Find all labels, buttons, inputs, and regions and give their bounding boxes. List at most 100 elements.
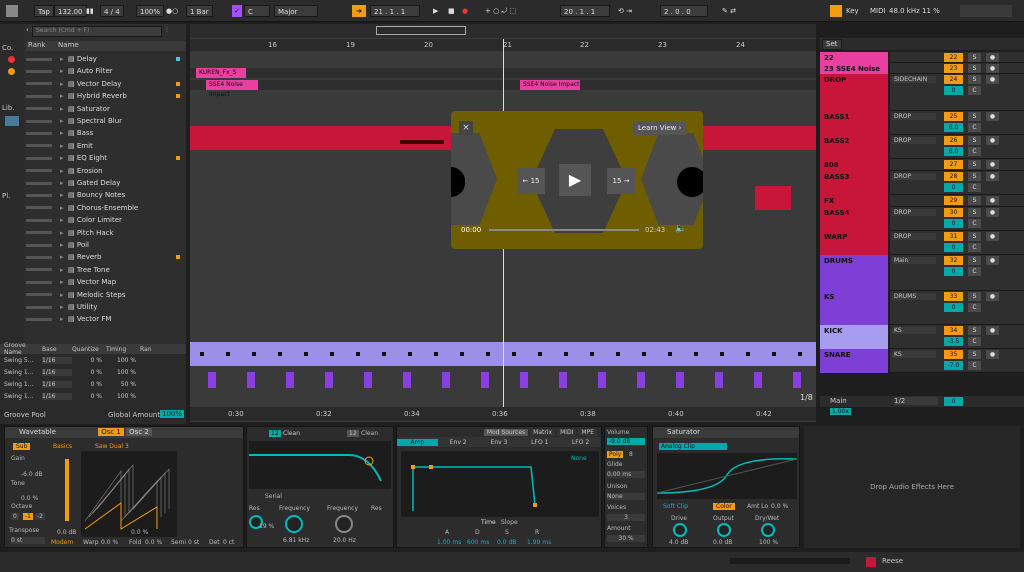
- route-select[interactable]: DROP: [892, 173, 936, 180]
- signature-field[interactable]: 4 / 4: [100, 5, 124, 17]
- route-select[interactable]: KS: [892, 327, 936, 334]
- drive-value[interactable]: 4.0 dB: [669, 539, 688, 546]
- track-header[interactable]: 22 KUREN_Fx_S: [820, 52, 888, 70]
- track-volume[interactable]: 26: [944, 136, 963, 145]
- track-pan[interactable]: 0: [944, 267, 963, 276]
- record-icon[interactable]: ●: [462, 5, 468, 17]
- learn-view-button[interactable]: Learn View ›: [633, 121, 687, 135]
- volume-value[interactable]: -9.0 dB: [607, 438, 645, 445]
- browser-item[interactable]: ▸ ▤ Chorus-Ensemble: [26, 202, 184, 214]
- scale-select[interactable]: Major: [274, 5, 318, 17]
- track-header[interactable]: BASS4: [820, 207, 888, 231]
- mod-tab[interactable]: Mod Sources: [483, 428, 529, 436]
- env-none-select[interactable]: None: [571, 455, 587, 462]
- adsr-value[interactable]: 1.00 ms: [437, 539, 461, 546]
- browser-item[interactable]: ▸ ▤ Bass: [26, 127, 184, 139]
- envelope-display[interactable]: None: [401, 451, 599, 517]
- expand-icon[interactable]: ▸: [60, 239, 68, 251]
- footer-clip-overview[interactable]: [730, 558, 850, 564]
- transpose-value[interactable]: 0 st: [11, 537, 45, 544]
- expand-icon[interactable]: ▸: [60, 214, 68, 226]
- track-header[interactable]: KS: [820, 291, 888, 325]
- groove-row[interactable]: Swing 1... 1/16 0 % 50 %: [0, 378, 186, 390]
- filter-icon[interactable]: ⫶: [166, 26, 168, 35]
- track[interactable]: WARP DROP 31 S ● 0 C: [820, 231, 1024, 255]
- track-pan[interactable]: -3.5: [944, 337, 963, 346]
- expand-icon[interactable]: ▸: [60, 115, 68, 127]
- main-volume[interactable]: 0: [944, 397, 963, 406]
- route-select[interactable]: KS: [892, 351, 936, 358]
- cue-button[interactable]: C: [968, 361, 981, 370]
- mod-tab[interactable]: MPE: [578, 428, 597, 436]
- browser-item[interactable]: ▸ ▤ Spectral Blur: [26, 115, 184, 127]
- solo-button[interactable]: S: [968, 196, 981, 205]
- follow-icon[interactable]: ➜: [352, 5, 366, 17]
- route-select[interactable]: DROP: [892, 137, 936, 144]
- poly-voices[interactable]: 8: [629, 451, 633, 458]
- track-volume[interactable]: 31: [944, 232, 963, 241]
- solo-button[interactable]: S: [968, 75, 981, 84]
- track-volume[interactable]: 28: [944, 172, 963, 181]
- main-route[interactable]: 1/2: [894, 397, 938, 405]
- close-icon[interactable]: ×: [459, 121, 473, 135]
- play-icon[interactable]: ▶: [433, 5, 438, 17]
- envelope-tab[interactable]: Env 3: [479, 439, 520, 446]
- res-value[interactable]: 19 %: [259, 523, 274, 530]
- expand-icon[interactable]: ▸: [60, 202, 68, 214]
- browser-item[interactable]: ▸ ▤ Vector Delay: [26, 78, 184, 90]
- solo-button[interactable]: S: [968, 350, 981, 359]
- arm-icon[interactable]: ●: [986, 53, 999, 62]
- track-volume[interactable]: 24: [944, 75, 963, 84]
- groove-timing[interactable]: 50 %: [106, 381, 140, 388]
- solo-button[interactable]: S: [968, 112, 981, 121]
- automation-icons[interactable]: + ○ ⤾ ⬚: [485, 5, 516, 17]
- det-value[interactable]: 0 ct: [223, 539, 234, 546]
- groove-timing[interactable]: 100 %: [106, 357, 140, 364]
- amt-lo-value[interactable]: 0.0 %: [771, 503, 788, 510]
- track-header[interactable]: 808: [820, 159, 888, 171]
- expand-icon[interactable]: ▸: [60, 276, 68, 288]
- arm-icon[interactable]: ●: [986, 326, 999, 335]
- drywet-knob[interactable]: [761, 523, 775, 537]
- arm-icon[interactable]: ●: [986, 292, 999, 301]
- track-header[interactable]: DROP: [820, 74, 888, 111]
- position-field[interactable]: 21 . 1 . 1: [370, 5, 420, 17]
- solo-button[interactable]: S: [968, 64, 981, 73]
- solo-button[interactable]: S: [968, 53, 981, 62]
- solo-button[interactable]: S: [968, 160, 981, 169]
- track-pan[interactable]: 0: [944, 219, 963, 228]
- tempo-scale[interactable]: 1.00x: [830, 408, 851, 415]
- osc-gain-value[interactable]: 0.0 dB: [57, 529, 76, 536]
- browser-item[interactable]: ▸ ▤ Delay: [26, 53, 184, 65]
- video-player[interactable]: × Learn View › ← 15 ▶ 15 → 00:00 02:43 🔈: [451, 111, 703, 249]
- route-select[interactable]: DROP: [892, 233, 936, 240]
- track[interactable]: BASS1 DROP 25 S ● 6.0 C: [820, 111, 1024, 135]
- zoom-field[interactable]: 100%: [136, 5, 165, 17]
- track[interactable]: BASS2 DROP 26 S ● 6.0 C: [820, 135, 1024, 159]
- expand-icon[interactable]: ▸: [60, 65, 68, 77]
- overview-strip[interactable]: [190, 24, 816, 38]
- track-pan[interactable]: 6.0: [944, 123, 963, 132]
- slope-label[interactable]: Slope: [501, 519, 518, 526]
- scale-icon[interactable]: ✓: [232, 5, 242, 17]
- expand-icon[interactable]: ▸: [60, 140, 68, 152]
- browser-item[interactable]: ▸ ▤ Saturator: [26, 103, 184, 115]
- track-volume[interactable]: 22: [944, 53, 963, 62]
- track-volume[interactable]: 25: [944, 112, 963, 121]
- track-header[interactable]: BASS3: [820, 171, 888, 195]
- forward-button[interactable]: 15 →: [607, 168, 635, 194]
- effect-drop-zone[interactable]: Drop Audio Effects Here: [804, 426, 1020, 548]
- osc1-tab[interactable]: Osc 1: [98, 428, 124, 436]
- filter1-type[interactable]: Clean: [283, 430, 300, 437]
- track-header[interactable]: BASS1: [820, 111, 888, 135]
- track-pan[interactable]: 0: [944, 243, 963, 252]
- category-select[interactable]: Basics: [53, 443, 72, 450]
- envelope-tab[interactable]: LFO 1: [519, 439, 560, 446]
- browser-item[interactable]: ▸ ▤ Poil: [26, 239, 184, 251]
- wave-select[interactable]: Saw Dual 3: [95, 443, 129, 450]
- track[interactable]: FX 29 S ●: [820, 195, 1024, 207]
- glide-value[interactable]: 0.00 ms: [607, 471, 645, 478]
- cue-button[interactable]: C: [968, 147, 981, 156]
- groove-quantize[interactable]: 0 %: [72, 357, 106, 364]
- expand-icon[interactable]: ▸: [60, 53, 68, 65]
